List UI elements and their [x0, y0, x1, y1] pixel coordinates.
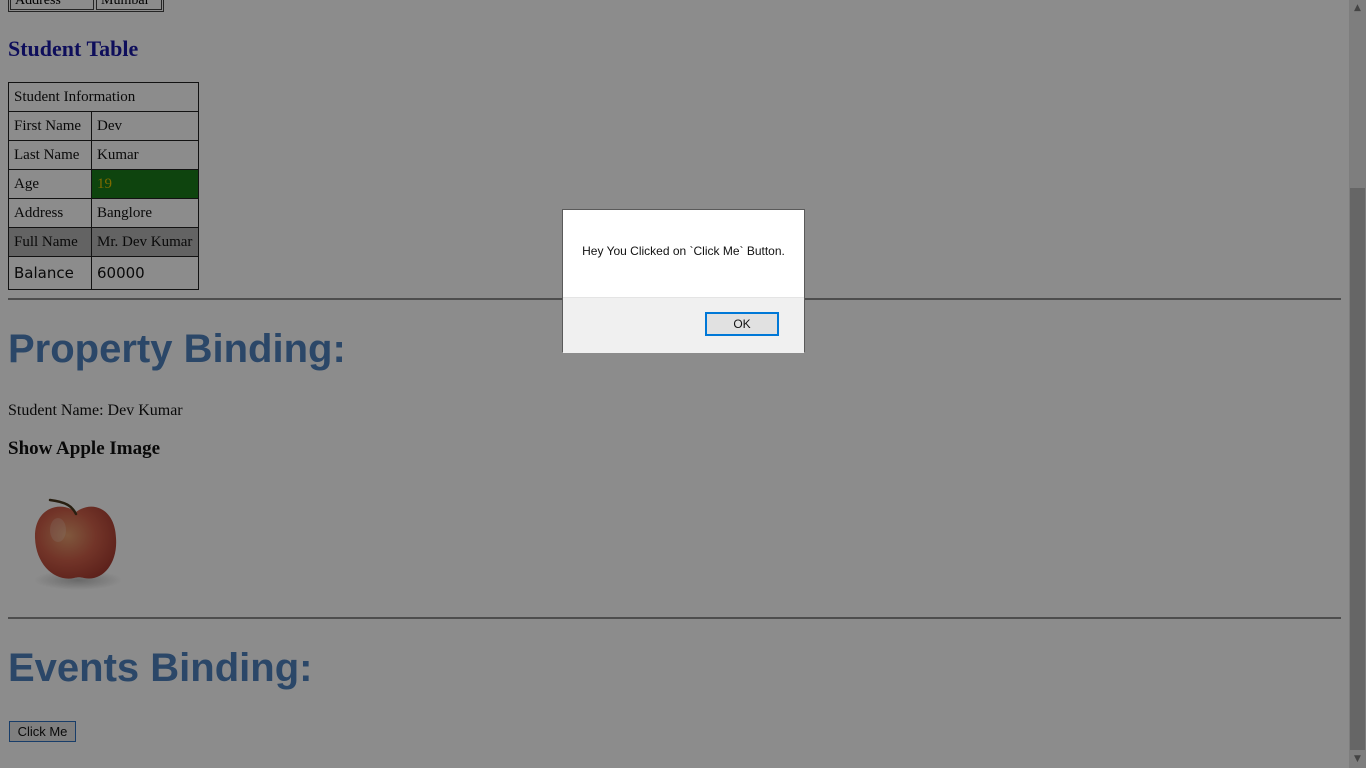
scrollbar-thumb[interactable] [1350, 188, 1365, 750]
alert-message: Hey You Clicked on `Click Me` Button. [582, 244, 785, 258]
ok-button[interactable]: OK [705, 312, 779, 336]
alert-dialog: Hey You Clicked on `Click Me` Button. OK [562, 209, 805, 353]
scroll-down-arrow-icon[interactable]: ▼ [1349, 751, 1366, 768]
vertical-scrollbar[interactable]: ▲ ▼ [1349, 0, 1366, 768]
alert-footer: OK [563, 297, 804, 353]
modal-overlay [0, 0, 1349, 768]
scroll-up-arrow-icon[interactable]: ▲ [1349, 0, 1366, 17]
